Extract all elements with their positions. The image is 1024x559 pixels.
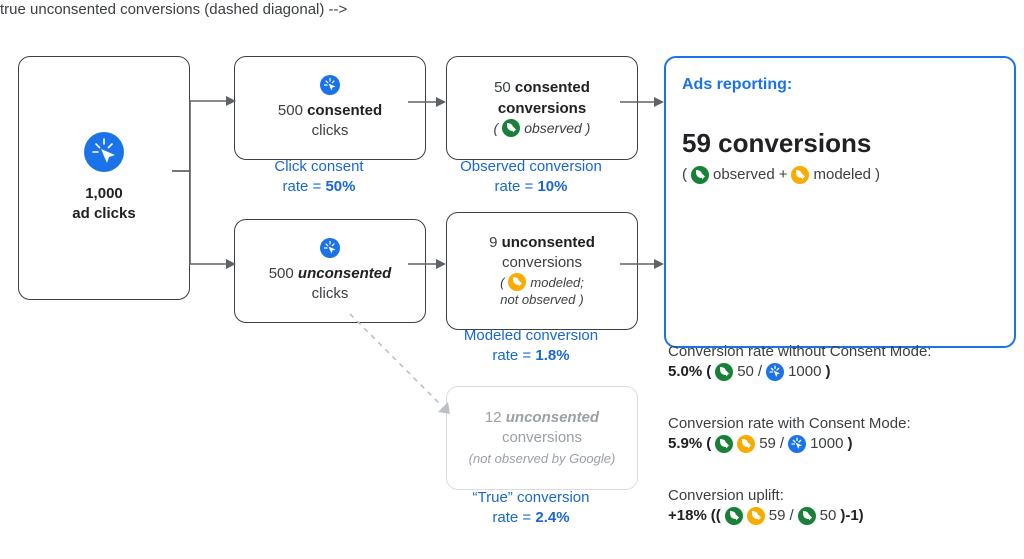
node-ad-clicks: 1,000 ad clicks <box>18 56 190 300</box>
node-ads-reporting: Ads reporting: 59 conversions ( observed… <box>664 56 1016 348</box>
conversion-observed-icon <box>798 507 816 525</box>
ghost-unit: conversions <box>502 428 582 448</box>
note-with-consent-mode: Conversion rate with Consent Mode: 5.9% … <box>668 414 1008 455</box>
ads-reporting-value: 59 conversions <box>682 126 871 161</box>
note-without-consent-mode: Conversion rate without Consent Mode: 5.… <box>668 342 1008 383</box>
arrow-adclicks-to-unconsented <box>172 170 238 270</box>
label-observed-conversion-rate: Observed conversion rate = 10% <box>446 157 616 198</box>
node-unconsented-conversions-modeled: 9 unconsented conversions ( modeled; not… <box>446 212 638 330</box>
consented-conv-value: 50 <box>494 79 511 96</box>
ad-clicks-label: ad clicks <box>72 205 135 222</box>
click-icon <box>766 363 784 381</box>
label-true-conversion-rate: “True” conversion rate = 2.4% <box>446 488 616 529</box>
node-unconsented-conversions-true: 12 unconsented conversions (not observed… <box>446 386 638 490</box>
label-modeled-conversion-rate: Modeled conversion rate = 1.8% <box>446 326 616 367</box>
click-icon <box>320 75 340 95</box>
unconsented-conv-tag-b: not observed <box>500 291 575 309</box>
consented-value: 500 <box>278 102 303 119</box>
ghost-tag: (not observed by Google) <box>469 450 616 468</box>
click-icon <box>320 238 340 258</box>
ghost-word: unconsented <box>506 409 599 426</box>
label-click-consent-rate: Click consent rate = 50% <box>234 157 404 198</box>
conversion-observed-icon <box>691 166 709 184</box>
node-unconsented-clicks: 500 unconsented clicks <box>234 219 426 323</box>
ads-reporting-subtitle: ( observed + modeled ) <box>682 165 880 185</box>
arrow-adclicks-to-consented <box>172 92 238 182</box>
unconsented-word: unconsented <box>298 265 391 282</box>
arrow-consented-conversions-to-ads <box>620 96 666 108</box>
unconsented-value: 500 <box>269 265 294 282</box>
click-icon <box>788 435 806 453</box>
consented-conv-word: consented <box>515 79 590 96</box>
node-consented-conversions: 50 consented conversions ( observed) <box>446 56 638 160</box>
conversion-observed-icon <box>715 363 733 381</box>
unconsented-unit: clicks <box>312 284 349 304</box>
arrow-unconsented-clicks-to-true <box>350 314 460 424</box>
conversion-observed-icon <box>725 507 743 525</box>
conversion-modeled-icon <box>791 166 809 184</box>
note-conversion-uplift: Conversion uplift: +18% (( 59 / 50 )-1) <box>668 486 1008 527</box>
click-icon <box>84 132 124 172</box>
arrow-unconsented-clicks-to-modeled <box>408 258 448 270</box>
consented-conv-tag: observed <box>524 119 582 138</box>
consented-word: consented <box>307 102 382 119</box>
arrow-consented-clicks-to-conversions <box>408 96 448 108</box>
arrow-modeled-to-ads <box>620 258 666 270</box>
node-consented-clicks: 500 consented clicks <box>234 56 426 160</box>
unconsented-conv-tag-a: modeled; <box>530 274 583 292</box>
unconsented-conv-word: unconsented <box>502 234 595 251</box>
conversion-modeled-icon <box>747 507 765 525</box>
conversion-observed-icon <box>502 119 520 137</box>
consented-conv-unit: conversions <box>498 100 586 117</box>
conversion-modeled-icon <box>508 273 526 291</box>
consented-unit: clicks <box>312 121 349 141</box>
conversion-observed-icon <box>715 435 733 453</box>
unconsented-conv-unit: conversions <box>502 253 582 273</box>
conversion-modeled-icon <box>737 435 755 453</box>
ghost-value: 12 <box>485 409 502 426</box>
ads-reporting-title: Ads reporting: <box>682 74 792 96</box>
ad-clicks-value: 1,000 <box>85 185 123 202</box>
unconsented-conv-value: 9 <box>489 234 497 251</box>
